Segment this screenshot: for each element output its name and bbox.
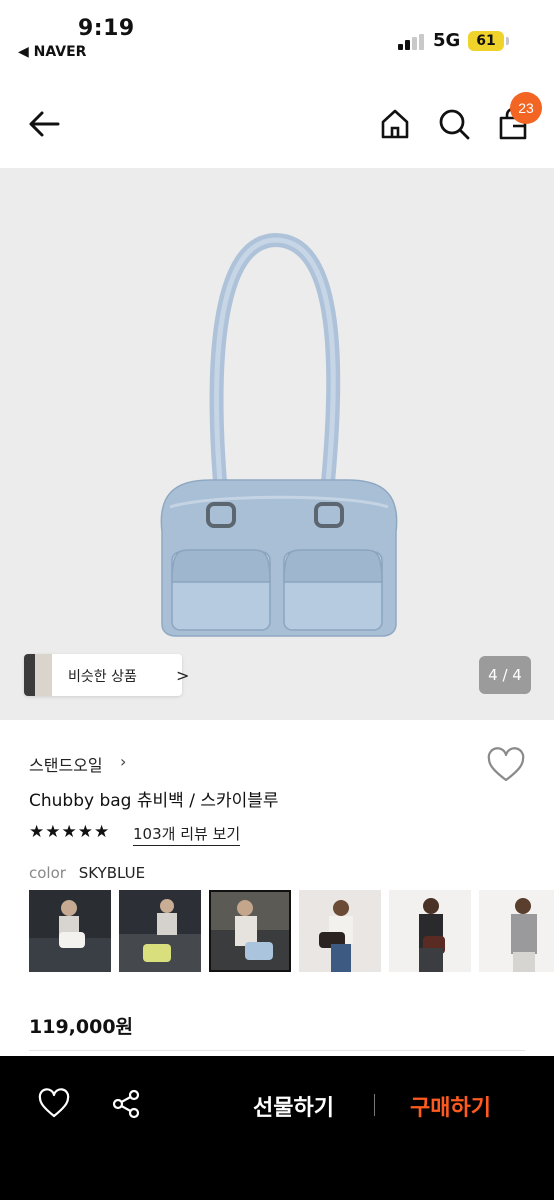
- color-label: color: [29, 864, 66, 882]
- product-image-carousel[interactable]: 비슷한 상품 > 4 / 4: [0, 168, 554, 720]
- product-photo: [160, 232, 398, 637]
- search-icon[interactable]: [434, 104, 474, 144]
- swatch-thumbnail[interactable]: [479, 890, 554, 972]
- back-to-naver-link[interactable]: ◀ NAVER: [18, 44, 86, 60]
- status-time: 9:19: [78, 16, 135, 41]
- image-pager: 4 / 4: [479, 656, 531, 694]
- heart-icon[interactable]: [38, 1088, 70, 1120]
- swatch-thumbnail[interactable]: [389, 890, 471, 972]
- share-icon[interactable]: [110, 1088, 142, 1120]
- home-icon[interactable]: [375, 104, 415, 144]
- battery-icon: [506, 37, 509, 45]
- similar-thumbnail: [24, 654, 52, 696]
- status-bar: 9:19 ◀ NAVER 5G 61: [0, 0, 554, 70]
- divider: [29, 1050, 525, 1054]
- rating-stars: ★★★★★: [29, 822, 111, 842]
- cart-count-badge: 23: [510, 92, 542, 124]
- chevron-right-icon: >: [176, 666, 190, 685]
- color-swatch-list: [29, 890, 554, 972]
- similar-products-button[interactable]: 비슷한 상품 >: [24, 654, 189, 696]
- brand-link[interactable]: 스탠드오일: [29, 752, 103, 776]
- battery-level: 61: [468, 31, 504, 51]
- heart-icon[interactable]: [486, 746, 526, 786]
- signal-icon: [398, 34, 424, 50]
- swatch-thumbnail[interactable]: [119, 890, 201, 972]
- color-option: color SKYBLUE: [29, 864, 145, 882]
- review-link[interactable]: 103개 리뷰 보기: [133, 823, 241, 846]
- buy-button[interactable]: 구매하기: [410, 1090, 491, 1122]
- swatch-thumbnail-selected[interactable]: [209, 890, 291, 972]
- network-type: 5G: [433, 30, 461, 51]
- bottom-action-bar: 선물하기 구매하기: [0, 1056, 554, 1200]
- color-value: SKYBLUE: [78, 864, 146, 882]
- product-price: 119,000원: [29, 1016, 134, 1038]
- swatch-thumbnail[interactable]: [299, 890, 381, 972]
- back-arrow-icon[interactable]: [24, 104, 64, 144]
- divider: [374, 1094, 375, 1116]
- product-title: Chubby bag 츄비백 / 스카이블루: [29, 791, 279, 811]
- brand-chevron-icon: ›: [120, 752, 127, 771]
- top-nav: 23: [0, 80, 554, 170]
- gift-button[interactable]: 선물하기: [253, 1090, 334, 1122]
- similar-products-label: 비슷한 상품: [68, 669, 137, 685]
- swatch-thumbnail[interactable]: [29, 890, 111, 972]
